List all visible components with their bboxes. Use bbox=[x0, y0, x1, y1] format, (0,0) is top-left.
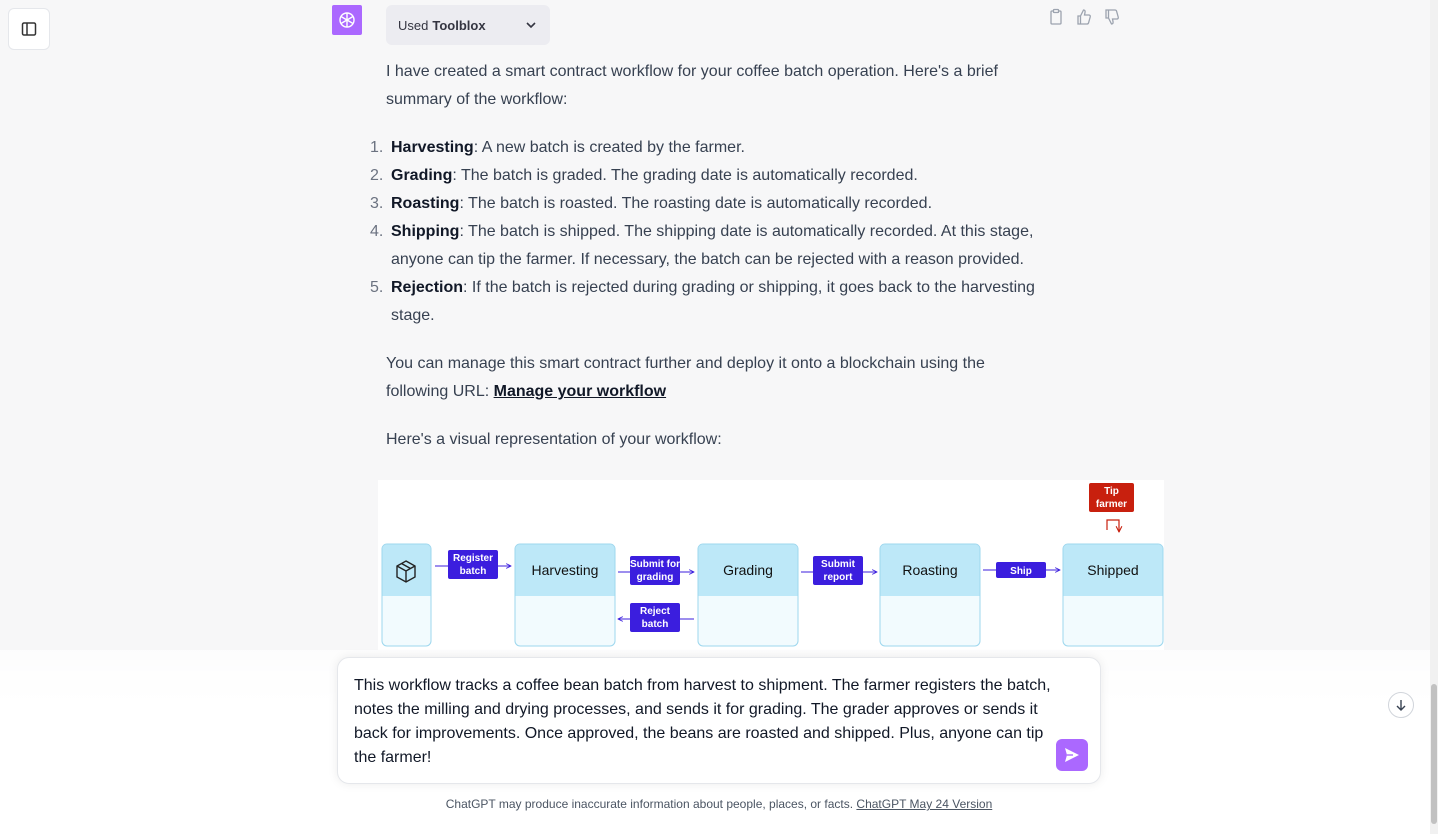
list-item: 1. Harvesting: A new batch is created by … bbox=[370, 139, 745, 156]
openai-logo-icon bbox=[336, 9, 358, 31]
svg-text:farmer: farmer bbox=[1096, 499, 1127, 510]
svg-text:grading: grading bbox=[637, 572, 674, 583]
action-submit-report[interactable]: Submit report bbox=[813, 556, 863, 585]
version-link[interactable]: ChatGPT May 24 Version bbox=[856, 797, 992, 811]
state-shipped: Shipped bbox=[1062, 543, 1164, 647]
action-reject-batch[interactable]: Reject batch bbox=[630, 603, 680, 632]
manage-paragraph: You can manage this smart contract furth… bbox=[386, 355, 985, 400]
svg-text:Ship: Ship bbox=[1010, 566, 1032, 577]
sidebar-toggle-button[interactable] bbox=[8, 8, 50, 50]
state-grading: Grading bbox=[697, 543, 799, 647]
svg-text:Reject: Reject bbox=[640, 606, 671, 617]
sidebar-icon bbox=[21, 21, 37, 37]
svg-text:report: report bbox=[824, 572, 854, 583]
action-register-batch[interactable]: Register batch bbox=[448, 550, 498, 579]
tool-prefix: Used bbox=[398, 17, 429, 33]
svg-text:Register: Register bbox=[453, 553, 493, 564]
state-roasting: Roasting bbox=[879, 543, 981, 647]
message-input[interactable]: This workflow tracks a coffee bean batch… bbox=[354, 674, 1054, 770]
workflow-diagram: Harvesting Grading Roasting Shipped Regi… bbox=[378, 480, 1164, 650]
assistant-message: I have created a smart contract workflow… bbox=[370, 58, 1046, 474]
chevron-down-icon bbox=[524, 18, 538, 32]
workflow-steps-list: 1. Harvesting: A new batch is created by … bbox=[370, 134, 1046, 330]
action-tip-farmer[interactable]: Tip farmer bbox=[1089, 483, 1134, 512]
svg-text:batch: batch bbox=[460, 566, 487, 577]
list-item: 2. Grading: The batch is graded. The grad… bbox=[370, 167, 918, 184]
scroll-to-bottom-button[interactable] bbox=[1388, 692, 1414, 718]
state-label: Grading bbox=[723, 562, 773, 578]
page-scrollbar[interactable] bbox=[1430, 0, 1438, 834]
list-item: 5. Rejection: If the batch is rejected du… bbox=[370, 279, 1035, 324]
scrollbar-thumb[interactable] bbox=[1431, 684, 1437, 824]
manage-workflow-link[interactable]: Manage your workflow bbox=[494, 383, 666, 400]
visual-intro: Here's a visual representation of your w… bbox=[386, 431, 722, 448]
state-harvesting: Harvesting bbox=[514, 543, 616, 647]
action-ship[interactable]: Ship bbox=[996, 562, 1046, 578]
svg-text:Tip: Tip bbox=[1104, 486, 1119, 497]
assistant-avatar bbox=[332, 5, 362, 35]
tool-name: Toolblox bbox=[432, 17, 486, 33]
action-submit-for-grading[interactable]: Submit for grading bbox=[630, 556, 680, 585]
message-composer[interactable]: This workflow tracks a coffee bean batch… bbox=[337, 657, 1101, 784]
thumbs-down-icon[interactable] bbox=[1104, 8, 1120, 26]
tool-used-toggle[interactable]: Used Toolblox bbox=[386, 5, 550, 45]
list-item: 4. Shipping: The batch is shipped. The sh… bbox=[370, 223, 1034, 268]
state-label: Roasting bbox=[902, 562, 957, 578]
arrow-down-icon bbox=[1395, 699, 1407, 711]
start-node bbox=[381, 543, 432, 647]
message-intro: I have created a smart contract workflow… bbox=[386, 63, 998, 108]
disclaimer-footer: ChatGPT may produce inaccurate informati… bbox=[445, 797, 993, 811]
send-button[interactable] bbox=[1056, 739, 1088, 771]
thumbs-up-icon[interactable] bbox=[1076, 8, 1092, 26]
message-actions bbox=[1048, 8, 1120, 26]
svg-text:Submit: Submit bbox=[821, 559, 856, 570]
state-label: Shipped bbox=[1087, 562, 1138, 578]
svg-text:batch: batch bbox=[642, 619, 669, 630]
state-label: Harvesting bbox=[532, 562, 599, 578]
copy-icon[interactable] bbox=[1048, 8, 1064, 26]
list-item: 3. Roasting: The batch is roasted. The ro… bbox=[370, 195, 933, 212]
send-icon bbox=[1063, 746, 1081, 764]
svg-text:Submit for: Submit for bbox=[630, 559, 680, 570]
